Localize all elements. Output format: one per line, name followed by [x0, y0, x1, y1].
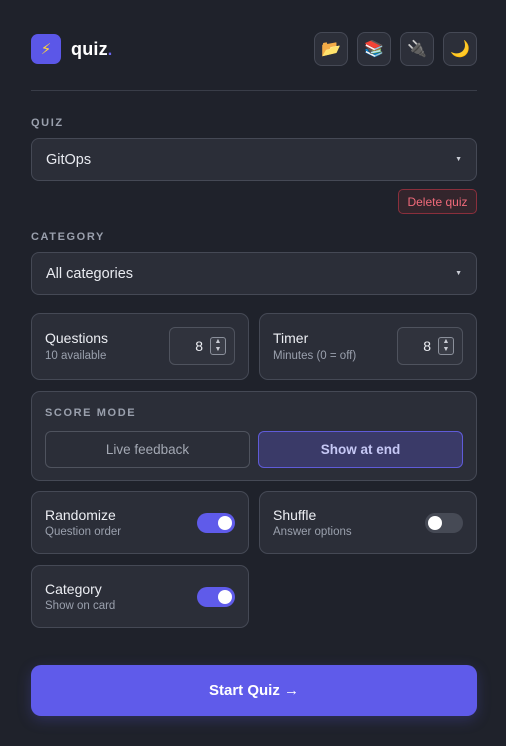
questions-subtitle: 10 available: [45, 350, 107, 362]
category-display-subtitle: Show on card: [45, 600, 116, 612]
library-button[interactable]: 📚: [357, 32, 391, 66]
start-quiz-button[interactable]: Start Quiz →: [31, 665, 477, 716]
timer-value: 8: [423, 338, 431, 354]
live-feedback-option[interactable]: Live feedback: [45, 431, 250, 468]
score-mode-card: SCORE MODE Live feedback Show at end: [31, 391, 477, 481]
category-display-card: Category Show on card: [31, 565, 249, 628]
questions-card: Questions 10 available 8 ▲ ▼: [31, 313, 249, 380]
score-mode-label: SCORE MODE: [45, 407, 137, 419]
randomize-card: Randomize Question order: [31, 491, 249, 554]
quiz-select-value: GitOps: [46, 151, 92, 168]
brand: ⚡ quiz.: [31, 34, 112, 64]
category-display-title: Category: [45, 581, 102, 597]
questions-stepper[interactable]: 8 ▲ ▼: [169, 327, 235, 365]
moon-icon: 🌙: [450, 41, 470, 58]
questions-value: 8: [195, 338, 203, 354]
questions-title: Questions: [45, 330, 109, 346]
category-select[interactable]: All categories ▼: [31, 252, 477, 295]
delete-quiz-button[interactable]: Delete quiz: [398, 189, 477, 214]
timer-stepper[interactable]: 8 ▲ ▼: [397, 327, 463, 365]
shuffle-title: Shuffle: [273, 507, 317, 523]
app-name: quiz: [71, 38, 108, 59]
folder-icon: 📂: [321, 41, 341, 58]
shuffle-card: Shuffle Answer options: [259, 491, 477, 554]
folder-button[interactable]: 📂: [314, 32, 348, 66]
quiz-label: QUIZ: [31, 117, 64, 129]
show-at-end-option[interactable]: Show at end: [258, 431, 463, 468]
caret-down-icon: ▼: [455, 156, 462, 163]
category-label: CATEGORY: [31, 231, 105, 243]
randomize-title: Randomize: [45, 507, 116, 523]
app-title: quiz.: [71, 39, 112, 60]
toggle-knob: [218, 516, 232, 530]
toggle-knob: [428, 516, 442, 530]
books-icon: 📚: [364, 41, 384, 58]
timer-title: Timer: [273, 330, 309, 346]
shuffle-toggle[interactable]: [425, 513, 463, 533]
timer-subtitle: Minutes (0 = off): [273, 350, 357, 362]
plug-icon: 🔌: [407, 41, 427, 58]
timer-card: Timer Minutes (0 = off) 8 ▲ ▼: [259, 313, 477, 380]
lightning-icon: ⚡: [31, 34, 61, 64]
shuffle-subtitle: Answer options: [273, 526, 352, 538]
quiz-select[interactable]: GitOps ▼: [31, 138, 477, 181]
header-divider: [31, 90, 477, 91]
header-actions: 📂 📚 🔌 🌙: [314, 32, 477, 66]
category-select-value: All categories: [46, 265, 134, 282]
randomize-subtitle: Question order: [45, 526, 122, 538]
category-display-toggle[interactable]: [197, 587, 235, 607]
app-name-dot: .: [107, 41, 113, 59]
caret-down-icon: ▼: [455, 270, 462, 277]
connect-button[interactable]: 🔌: [400, 32, 434, 66]
app-header: ⚡ quiz. 📂 📚 🔌 🌙: [31, 32, 477, 66]
toggle-knob: [218, 590, 232, 604]
spinner-icon[interactable]: ▲ ▼: [438, 337, 454, 355]
spinner-icon[interactable]: ▲ ▼: [210, 337, 226, 355]
theme-toggle-button[interactable]: 🌙: [443, 32, 477, 66]
randomize-toggle[interactable]: [197, 513, 235, 533]
